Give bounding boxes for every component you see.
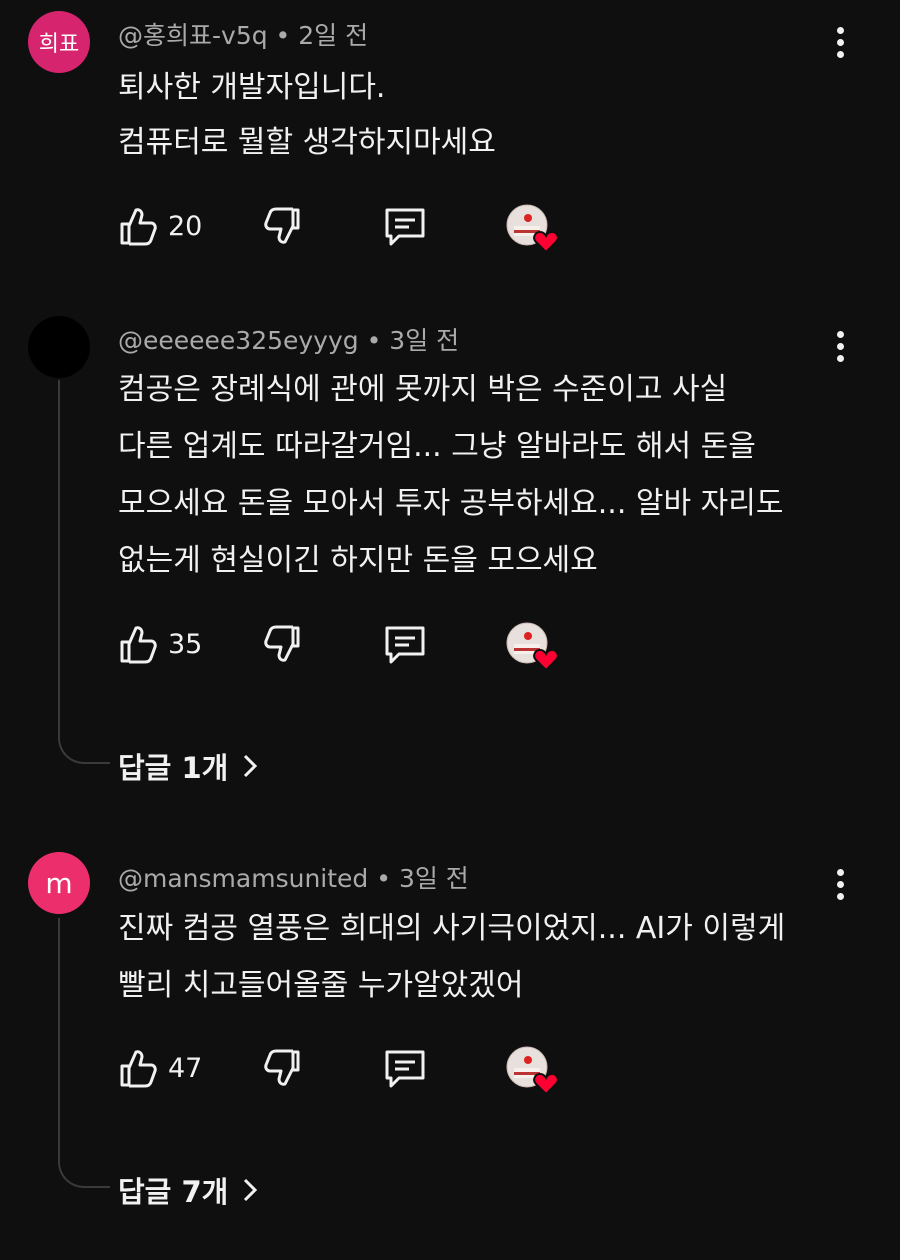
thumbs-up-icon [120, 1050, 157, 1088]
comment-meta: @eeeeee325eyyyg • 3일 전 [118, 321, 459, 357]
thumbs-down-icon [264, 625, 300, 662]
comment-time[interactable]: 3일 전 [389, 326, 459, 355]
creator-heart-icon [506, 622, 559, 672]
comment-time[interactable]: 2일 전 [298, 21, 368, 50]
like-count: 20 [168, 210, 203, 242]
thread-connector [58, 918, 110, 1188]
avatar[interactable] [28, 316, 90, 378]
reply-button[interactable] [383, 206, 427, 248]
view-replies-button[interactable]: 답글 1개 [118, 745, 258, 787]
comment-meta: @mansmamsunited • 3일 전 [118, 859, 469, 895]
creator-heart-badge [506, 1046, 560, 1096]
avatar-initials: 희표 [38, 32, 80, 57]
thumbs-down-icon [264, 1049, 300, 1086]
more-vertical-icon[interactable] [826, 326, 854, 366]
avatar[interactable]: 희표 [28, 11, 90, 73]
comment-text-line: 모으세요 돈을 모아서 투자 공부하세요... 알바 자리도 [118, 486, 784, 521]
more-vertical-icon[interactable] [826, 864, 854, 904]
comment-text-line: 다른 업계도 따라갈거임... 그냥 알바라도 해서 돈을 [118, 429, 756, 464]
comment-text-line: 진짜 컴공 열풍은 희대의 사기극이었지... AI가 이렇게 [118, 911, 786, 946]
creator-heart-icon [506, 204, 559, 254]
reply-button[interactable] [383, 1048, 427, 1090]
dislike-button[interactable] [259, 206, 301, 248]
creator-heart-icon [506, 1046, 559, 1096]
reply-comment-icon [385, 208, 425, 246]
reply-comment-icon [385, 1050, 425, 1088]
chevron-right-icon [244, 1178, 258, 1202]
meta-separator: • [366, 326, 382, 355]
like-button[interactable]: 35 [118, 623, 202, 665]
comment-text-line: 컴퓨터로 뭘할 생각하지마세요 [118, 125, 496, 160]
avatar-initials: m [45, 866, 73, 900]
like-count: 47 [168, 1052, 203, 1084]
author-handle[interactable]: @mansmamsunited [118, 864, 368, 893]
dislike-button[interactable] [259, 624, 301, 666]
view-replies-button[interactable]: 답글 7개 [118, 1169, 258, 1211]
replies-count-label: 답글 7개 [118, 1175, 229, 1209]
avatar[interactable]: m [28, 852, 90, 914]
more-vertical-icon[interactable] [826, 22, 854, 62]
thread-connector [58, 380, 110, 764]
comment-text-line: 퇴사한 개발자입니다. [118, 70, 386, 105]
reply-button[interactable] [383, 624, 427, 666]
thumbs-down-icon [264, 207, 300, 244]
thumbs-up-icon [120, 208, 157, 246]
author-handle[interactable]: @홍희표-v5q [118, 21, 268, 50]
author-handle[interactable]: @eeeeee325eyyyg [118, 326, 359, 355]
meta-separator: • [275, 21, 291, 50]
replies-count-label: 답글 1개 [118, 751, 229, 785]
like-button[interactable]: 20 [118, 205, 202, 247]
comment-time[interactable]: 3일 전 [399, 864, 469, 893]
chevron-right-icon [244, 754, 258, 778]
meta-separator: • [376, 864, 391, 893]
creator-heart-badge [506, 204, 560, 254]
comment-text-line: 컴공은 장례식에 관에 못까지 박은 수준이고 사실 [118, 372, 728, 407]
creator-heart-badge [506, 622, 560, 672]
comment-text-line: 없는게 현실이긴 하지만 돈을 모으세요 [118, 543, 598, 578]
reply-comment-icon [385, 626, 425, 664]
comment-meta: @홍희표-v5q • 2일 전 [118, 16, 368, 52]
thumbs-up-icon [120, 626, 157, 664]
like-button[interactable]: 47 [118, 1047, 202, 1089]
comment-text-line: 빨리 치고들어올줄 누가알았겠어 [118, 968, 524, 1003]
dislike-button[interactable] [259, 1048, 301, 1090]
like-count: 35 [168, 628, 203, 660]
